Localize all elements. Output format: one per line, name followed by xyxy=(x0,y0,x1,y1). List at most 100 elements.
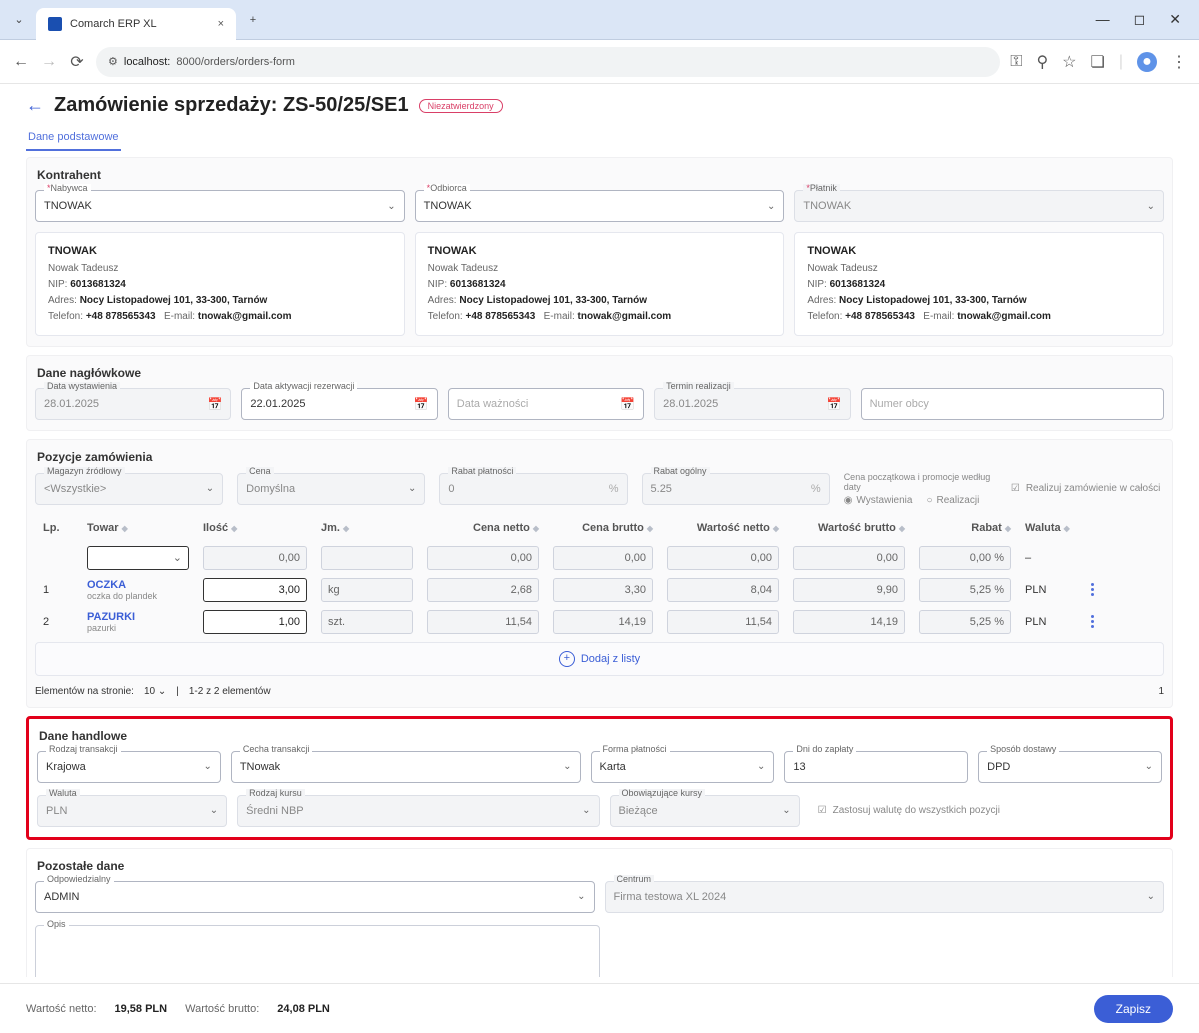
site-settings-icon[interactable]: ⚙ xyxy=(108,55,118,68)
calendar-icon[interactable]: 📅 xyxy=(414,397,429,411)
new-tab-icon[interactable]: + xyxy=(242,9,264,31)
payer-card: TNOWAK Nowak Tadeusz NIP: 6013681324 Adr… xyxy=(794,232,1164,336)
realization-date-field: Termin realizacji 28.01.2025📅 xyxy=(654,388,850,420)
profile-avatar-icon[interactable]: ● xyxy=(1137,52,1157,72)
radio-realization-date[interactable]: ○ Realizacji xyxy=(926,495,979,506)
chevron-down-icon: ⌄ xyxy=(1147,891,1155,902)
chevron-down-icon: ⌄ xyxy=(577,891,585,902)
item-link[interactable]: PAZURKI xyxy=(87,611,135,623)
chevron-down-icon: ⌄ xyxy=(206,483,214,494)
close-icon[interactable]: ✕ xyxy=(1169,11,1181,28)
calendar-icon[interactable]: 📅 xyxy=(620,397,635,411)
radio-issue-date[interactable]: ◉ Wystawienia xyxy=(844,495,913,506)
chevron-down-icon: ⌄ xyxy=(757,761,765,772)
calendar-icon: 📅 xyxy=(207,397,222,411)
days-to-pay-field[interactable]: Dni do zapłaty13 xyxy=(784,751,968,783)
section-trade-data: Dane handlowe Rodzaj transakcjiKrajowa⌄ … xyxy=(26,716,1173,840)
key-icon[interactable]: ⚿ xyxy=(1010,53,1022,71)
payer-select: *Płatnik TNOWAK⌄ xyxy=(794,190,1164,222)
responsible-select[interactable]: OdpowiedzialnyADMIN⌄ xyxy=(35,881,595,913)
maximize-icon[interactable]: ◻ xyxy=(1134,11,1146,28)
section-header-data: Dane nagłówkowe Data wystawienia 28.01.2… xyxy=(26,355,1173,431)
item-link[interactable]: OCZKA xyxy=(87,579,126,591)
plus-icon: + xyxy=(559,651,575,667)
table-row: 2PAZURKIpazurki1,00szt.11,5414,1911,5414… xyxy=(35,606,1164,638)
back-icon[interactable]: ← xyxy=(12,53,30,71)
chevron-down-icon: ⌄ xyxy=(408,483,416,494)
fulfill-all-checkbox[interactable]: ☑ Realizuj zamówienie w całości xyxy=(1011,483,1164,494)
foreign-number-field[interactable]: Numer obcy xyxy=(861,388,1164,420)
close-tab-icon[interactable]: × xyxy=(218,18,224,30)
buyer-select[interactable]: *Nabywca TNOWAK⌄ xyxy=(35,190,405,222)
source-warehouse-select: Magazyn źródłowy <Wszystkie>⌄ xyxy=(35,473,223,505)
zoom-icon[interactable]: ⚲ xyxy=(1036,52,1048,72)
center-select: CentrumFirma testowa XL 2024⌄ xyxy=(605,881,1165,913)
row-menu-icon[interactable] xyxy=(1085,583,1099,596)
qty-input[interactable]: 1,00 xyxy=(203,610,307,634)
browser-tab[interactable]: Comarch ERP XL × xyxy=(36,8,236,40)
tab-basic-data[interactable]: Dane podstawowe xyxy=(26,125,121,151)
section-title: Kontrahent xyxy=(35,168,1164,182)
save-button[interactable]: Zapisz xyxy=(1094,995,1173,1023)
discount-field: Rabat płatności 0% xyxy=(439,473,627,505)
qty-input[interactable]: 3,00 xyxy=(203,578,307,602)
transaction-feature-select[interactable]: Cecha transakcjiTNowak⌄ xyxy=(231,751,581,783)
row-menu-icon[interactable] xyxy=(1085,615,1099,628)
items-table: Lp. Towar◆ Ilość◆ Jm.◆ Cena netto◆ Cena … xyxy=(35,514,1164,676)
price-select: Cena Domyślna⌄ xyxy=(237,473,425,505)
apply-currency-checkbox: ☑ Zastosuj walutę do wszystkich pozycji xyxy=(810,795,1162,827)
delivery-method-select[interactable]: Sposób dostawyDPD⌄ xyxy=(978,751,1162,783)
tab-dropdown-icon[interactable]: ⌄ xyxy=(8,9,30,31)
payment-form-select[interactable]: Forma płatnościKarta⌄ xyxy=(591,751,775,783)
forward-icon: → xyxy=(40,53,58,71)
url-path: 8000/orders/orders-form xyxy=(176,56,295,68)
page-back-icon[interactable]: ← xyxy=(26,95,44,116)
currency-select: WalutaPLN⌄ xyxy=(37,795,227,827)
chevron-down-icon: ⌄ xyxy=(210,805,218,816)
chevron-down-icon: ⌄ xyxy=(582,805,590,816)
chevron-down-icon: ⌄ xyxy=(1147,201,1155,212)
issue-date-field: Data wystawienia 28.01.2025📅 xyxy=(35,388,231,420)
total-discount-field: Rabat ogólny 5.25% xyxy=(642,473,830,505)
page-size-select[interactable]: 10 ⌄ xyxy=(144,686,166,697)
tab-title: Comarch ERP XL xyxy=(70,18,157,30)
chevron-down-icon: ⌄ xyxy=(563,761,571,772)
rate-type-select: Rodzaj kursuŚredni NBP⌄ xyxy=(237,795,599,827)
footer-bar: Wartość netto: 19,58 PLN Wartość brutto:… xyxy=(0,983,1199,1033)
table-row: 1OCZKAoczka do plandek3,00kg2,683,308,04… xyxy=(35,574,1164,606)
chevron-down-icon: ⌄ xyxy=(387,201,395,212)
table-row: ⌄0,000,000,000,000,000,00 %– xyxy=(35,542,1164,574)
chevron-down-icon: ⌄ xyxy=(1145,761,1153,772)
description-textarea[interactable]: Opis xyxy=(35,925,600,977)
transaction-type-select[interactable]: Rodzaj transakcjiKrajowa⌄ xyxy=(37,751,221,783)
page-number[interactable]: 1 xyxy=(1158,686,1164,697)
star-icon[interactable]: ☆ xyxy=(1062,52,1076,72)
chevron-down-icon: ⌄ xyxy=(767,201,775,212)
section-order-items: Pozycje zamówienia Magazyn źródłowy <Wsz… xyxy=(26,439,1173,708)
url-host: localhost: xyxy=(124,56,170,68)
applicable-rates-select: Obowiązujące kursyBieżące⌄ xyxy=(610,795,800,827)
chevron-down-icon: ⌄ xyxy=(203,761,211,772)
calendar-icon: 📅 xyxy=(827,397,842,411)
browser-tab-bar: ⌄ Comarch ERP XL × + — ◻ ✕ xyxy=(0,0,1199,40)
minimize-icon[interactable]: — xyxy=(1096,11,1110,28)
window-controls: — ◻ ✕ xyxy=(1096,11,1191,28)
validity-date-field[interactable]: Data ważności📅 xyxy=(448,388,644,420)
status-badge: Niezatwierdzony xyxy=(419,99,503,113)
browser-toolbar: ← → ⟳ ⚙ localhost: 8000/orders/orders-for… xyxy=(0,40,1199,84)
app-favicon-icon xyxy=(48,17,62,31)
activation-date-field[interactable]: Data aktywacji rezerwacji 22.01.2025📅 xyxy=(241,388,437,420)
add-from-list-button[interactable]: + Dodaj z listy xyxy=(35,642,1164,676)
address-bar[interactable]: ⚙ localhost: 8000/orders/orders-form xyxy=(96,47,1000,77)
buyer-card: TNOWAK Nowak Tadeusz NIP: 6013681324 Adr… xyxy=(35,232,405,336)
extensions-icon[interactable]: ❏ xyxy=(1091,52,1105,72)
chevron-down-icon: ⌄ xyxy=(782,805,790,816)
section-kontrahent: Kontrahent *Nabywca TNOWAK⌄ *Odbiorca TN… xyxy=(26,157,1173,347)
qty-input[interactable]: 0,00 xyxy=(203,546,307,570)
recipient-select[interactable]: *Odbiorca TNOWAK⌄ xyxy=(415,190,785,222)
section-other-data: Pozostałe dane OdpowiedzialnyADMIN⌄ Cent… xyxy=(26,848,1173,977)
kebab-menu-icon[interactable]: ⋮ xyxy=(1171,52,1187,72)
page-title: Zamówienie sprzedaży: ZS-50/25/SE1 xyxy=(54,94,409,117)
reload-icon[interactable]: ⟳ xyxy=(68,53,86,71)
recipient-card: TNOWAK Nowak Tadeusz NIP: 6013681324 Adr… xyxy=(415,232,785,336)
